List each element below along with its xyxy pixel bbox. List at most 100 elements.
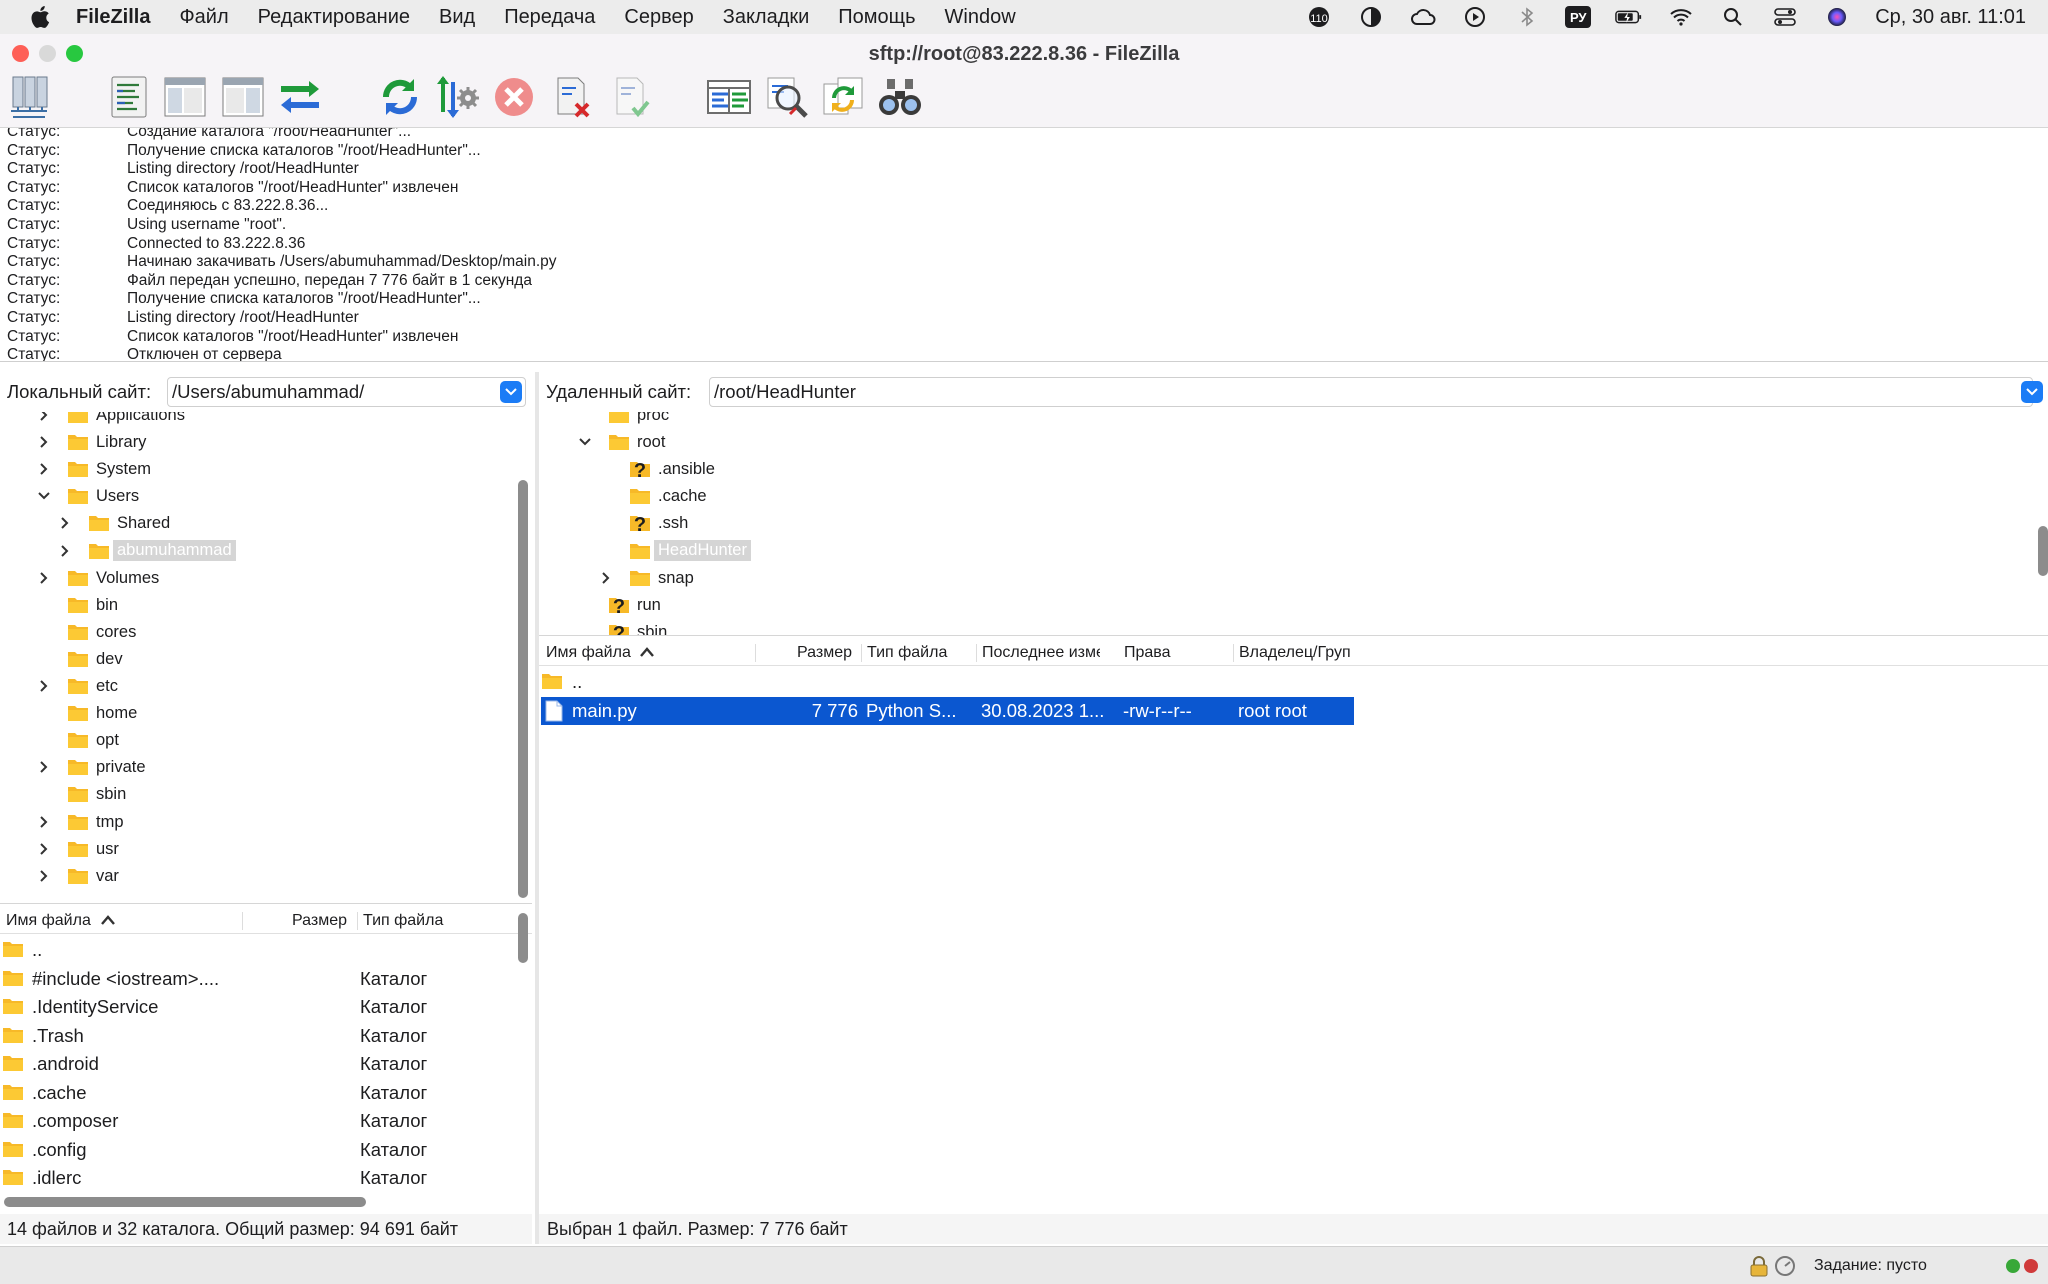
menu-window[interactable]: Window (945, 6, 1016, 29)
remote-tree-item[interactable]: ? .ssh (539, 510, 2039, 537)
local-file-row[interactable]: .. (0, 936, 532, 964)
menu-bookmarks[interactable]: Закладки (723, 6, 810, 29)
spotlight-search-icon[interactable] (1719, 5, 1747, 29)
local-file-row[interactable]: .composer Каталог (0, 1107, 532, 1135)
refresh-icon[interactable] (377, 74, 423, 120)
cancel-icon[interactable] (491, 74, 537, 120)
local-tree-item[interactable]: etc (0, 673, 532, 700)
chevron-right-icon[interactable] (37, 571, 51, 585)
remote-tree-item[interactable]: ? run (539, 592, 2039, 619)
local-path-input[interactable]: /Users/abumuhammad/ (167, 377, 526, 407)
search-icon[interactable] (764, 74, 810, 120)
remote-path-dropdown-button[interactable] (2021, 381, 2043, 403)
toggle-log-icon[interactable] (106, 74, 152, 120)
chevron-right-icon[interactable] (37, 412, 51, 422)
chevron-right-icon[interactable] (58, 516, 72, 530)
chevron-right-icon[interactable] (37, 842, 51, 856)
speed-limit-icon[interactable] (1774, 1255, 1796, 1282)
chevron-right-icon[interactable] (58, 544, 72, 558)
remote-col-modified[interactable]: Последнее измен (982, 644, 1100, 662)
local-tree-item[interactable]: tmp (0, 809, 532, 836)
disconnect-icon[interactable] (549, 74, 595, 120)
site-manager-icon[interactable] (6, 74, 52, 120)
local-file-row[interactable]: .cache Каталог (0, 1079, 532, 1107)
local-tree-scrollbar[interactable] (518, 480, 528, 898)
remote-tree-item[interactable]: proc (539, 412, 2039, 429)
encryption-lock-icon[interactable] (1748, 1255, 1770, 1282)
siri-icon[interactable] (1823, 5, 1851, 29)
local-file-row[interactable]: .android Каталог (0, 1050, 532, 1078)
remote-col-size[interactable]: Размер (797, 644, 852, 662)
menu-transfer[interactable]: Передача (504, 6, 595, 29)
weather-icon[interactable]: 110 (1305, 5, 1333, 29)
local-tree-item[interactable]: abumuhammad (0, 538, 532, 565)
remote-tree-item[interactable]: snap (539, 565, 2039, 592)
menu-app-name[interactable]: FileZilla (76, 6, 150, 29)
local-tree-item[interactable]: dev (0, 646, 532, 673)
remote-tree-item[interactable]: ? sbin (539, 619, 2039, 635)
toggle-queue-icon[interactable] (277, 74, 323, 120)
local-tree-item[interactable]: Library (0, 429, 532, 456)
local-col-name[interactable]: Имя файла (6, 912, 91, 930)
menubar-clock[interactable]: Ср, 30 авг. 11:01 (1875, 6, 2026, 29)
local-file-row[interactable]: .Trash Каталог (0, 1022, 532, 1050)
chevron-right-icon[interactable] (37, 760, 51, 774)
reconnect-icon[interactable] (608, 74, 654, 120)
apple-icon[interactable] (22, 0, 58, 34)
remote-col-owner[interactable]: Владелец/Груп (1239, 644, 1354, 662)
find-files-icon[interactable] (877, 74, 923, 120)
local-list-horizontal-scrollbar[interactable] (4, 1197, 366, 1207)
input-language-icon[interactable]: РУ (1565, 6, 1592, 28)
local-file-row[interactable]: .idlerc Каталог (0, 1164, 532, 1192)
remote-file-list[interactable]: Имя файла Размер Тип файла Последнее изм… (539, 640, 2048, 1214)
remote-tree-item[interactable]: HeadHunter (539, 538, 2039, 565)
control-center-icon[interactable] (1771, 5, 1799, 29)
local-file-list[interactable]: Имя файла Размер Тип файла .. #include <i… (0, 908, 532, 1214)
remote-tree-item[interactable]: .cache (539, 483, 2039, 510)
menu-server[interactable]: Сервер (624, 6, 693, 29)
local-list-scrollbar[interactable] (518, 913, 528, 963)
toggle-remote-tree-icon[interactable] (220, 74, 266, 120)
remote-col-permissions[interactable]: Права (1124, 644, 1171, 662)
local-tree-item[interactable]: Shared (0, 510, 532, 537)
local-file-row[interactable]: .IdentityService Каталог (0, 993, 532, 1021)
menu-view[interactable]: Вид (439, 6, 475, 29)
creative-cloud-icon[interactable] (1409, 5, 1437, 29)
local-tree-item[interactable]: var (0, 863, 532, 890)
remote-file-row[interactable]: .. (541, 668, 1354, 696)
local-tree-item[interactable]: Users (0, 483, 532, 510)
local-tree-item[interactable]: System (0, 456, 532, 483)
local-col-type[interactable]: Тип файла (363, 912, 443, 930)
chevron-right-icon[interactable] (37, 435, 51, 449)
local-file-row[interactable]: .config Каталог (0, 1136, 532, 1164)
local-tree-item[interactable]: home (0, 700, 532, 727)
play-icon[interactable] (1461, 5, 1489, 29)
chevron-right-icon[interactable] (37, 462, 51, 476)
chevron-right-icon[interactable] (37, 869, 51, 883)
local-tree-item[interactable]: private (0, 754, 532, 781)
local-tree-item[interactable]: Volumes (0, 565, 532, 592)
local-tree-item[interactable]: Applications (0, 412, 532, 429)
menu-help[interactable]: Помощь (838, 6, 915, 29)
message-log[interactable]: Статус: Создание каталога "/root/HeadHunt… (0, 128, 2048, 362)
menu-edit[interactable]: Редактирование (258, 6, 410, 29)
local-directory-tree[interactable]: Applications Library System Users Shared abum… (0, 412, 532, 904)
remote-tree-scrollbar[interactable] (2038, 526, 2048, 576)
remote-tree-item[interactable]: ? .ansible (539, 456, 2039, 483)
chevron-right-icon[interactable] (599, 571, 613, 585)
local-file-row[interactable]: #include <iostream>.... Каталог (0, 965, 532, 993)
remote-col-name[interactable]: Имя файла (546, 644, 631, 662)
remote-tree-item[interactable]: root (539, 429, 2039, 456)
wifi-icon[interactable] (1667, 5, 1695, 29)
chevron-right-icon[interactable] (37, 679, 51, 693)
local-tree-item[interactable]: usr (0, 836, 532, 863)
toggle-local-tree-icon[interactable] (162, 74, 208, 120)
local-tree-item[interactable]: sbin (0, 781, 532, 808)
local-col-size[interactable]: Размер (292, 912, 347, 930)
remote-col-type[interactable]: Тип файла (867, 644, 947, 662)
chevron-right-icon[interactable] (37, 815, 51, 829)
local-path-dropdown-button[interactable] (500, 381, 522, 403)
directory-comparison-icon[interactable] (706, 74, 752, 120)
local-tree-item[interactable]: opt (0, 727, 532, 754)
chevron-down-icon[interactable] (578, 435, 592, 449)
